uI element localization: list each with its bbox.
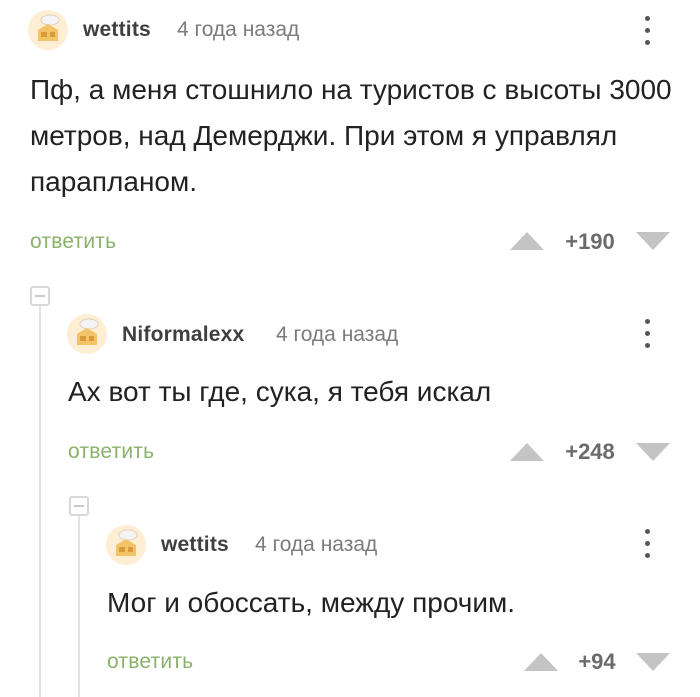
avatar[interactable] bbox=[67, 314, 107, 354]
triangle-up-icon[interactable] bbox=[510, 232, 544, 250]
comment-text: Мог и обоссать, между прочим. bbox=[107, 587, 516, 618]
thread-line bbox=[78, 516, 80, 697]
avatar[interactable] bbox=[106, 525, 146, 565]
more-vertical-icon[interactable] bbox=[637, 525, 657, 565]
rating-score: +94 bbox=[578, 649, 616, 674]
rating-score: +190 bbox=[565, 229, 615, 254]
comment-text: Ах вот ты где, сука, я тебя искал bbox=[68, 376, 492, 407]
collapse-minus-icon[interactable] bbox=[30, 286, 50, 306]
triangle-down-icon[interactable] bbox=[636, 232, 670, 250]
more-vertical-icon[interactable] bbox=[637, 12, 657, 52]
collapse-minus-icon[interactable] bbox=[69, 496, 89, 516]
comment-text: Пф, а меня стошнило на туристов с высоты… bbox=[30, 74, 672, 197]
default-avatar-icon bbox=[106, 525, 146, 565]
reply-link[interactable]: ответить bbox=[68, 440, 154, 464]
more-vertical-icon[interactable] bbox=[637, 315, 657, 355]
timestamp: 4 года назад bbox=[255, 533, 378, 556]
timestamp: 4 года назад bbox=[276, 323, 399, 346]
username[interactable]: wettits bbox=[161, 533, 229, 557]
reply-link[interactable]: ответить bbox=[107, 650, 193, 674]
rating-score: +248 bbox=[565, 439, 615, 464]
avatar[interactable] bbox=[28, 10, 68, 50]
triangle-down-icon[interactable] bbox=[636, 653, 670, 671]
username[interactable]: Niformalexx bbox=[122, 323, 244, 347]
default-avatar-icon bbox=[28, 10, 68, 50]
triangle-down-icon[interactable] bbox=[636, 443, 670, 461]
triangle-up-icon[interactable] bbox=[510, 443, 544, 461]
timestamp: 4 года назад bbox=[177, 18, 300, 41]
default-avatar-icon bbox=[67, 314, 107, 354]
thread-line bbox=[39, 306, 41, 697]
comments-thread: wettits 4 года назад Пф, а меня стошнило… bbox=[0, 0, 700, 697]
username[interactable]: wettits bbox=[83, 18, 151, 42]
reply-link[interactable]: ответить bbox=[30, 230, 116, 254]
triangle-up-icon[interactable] bbox=[524, 653, 558, 671]
